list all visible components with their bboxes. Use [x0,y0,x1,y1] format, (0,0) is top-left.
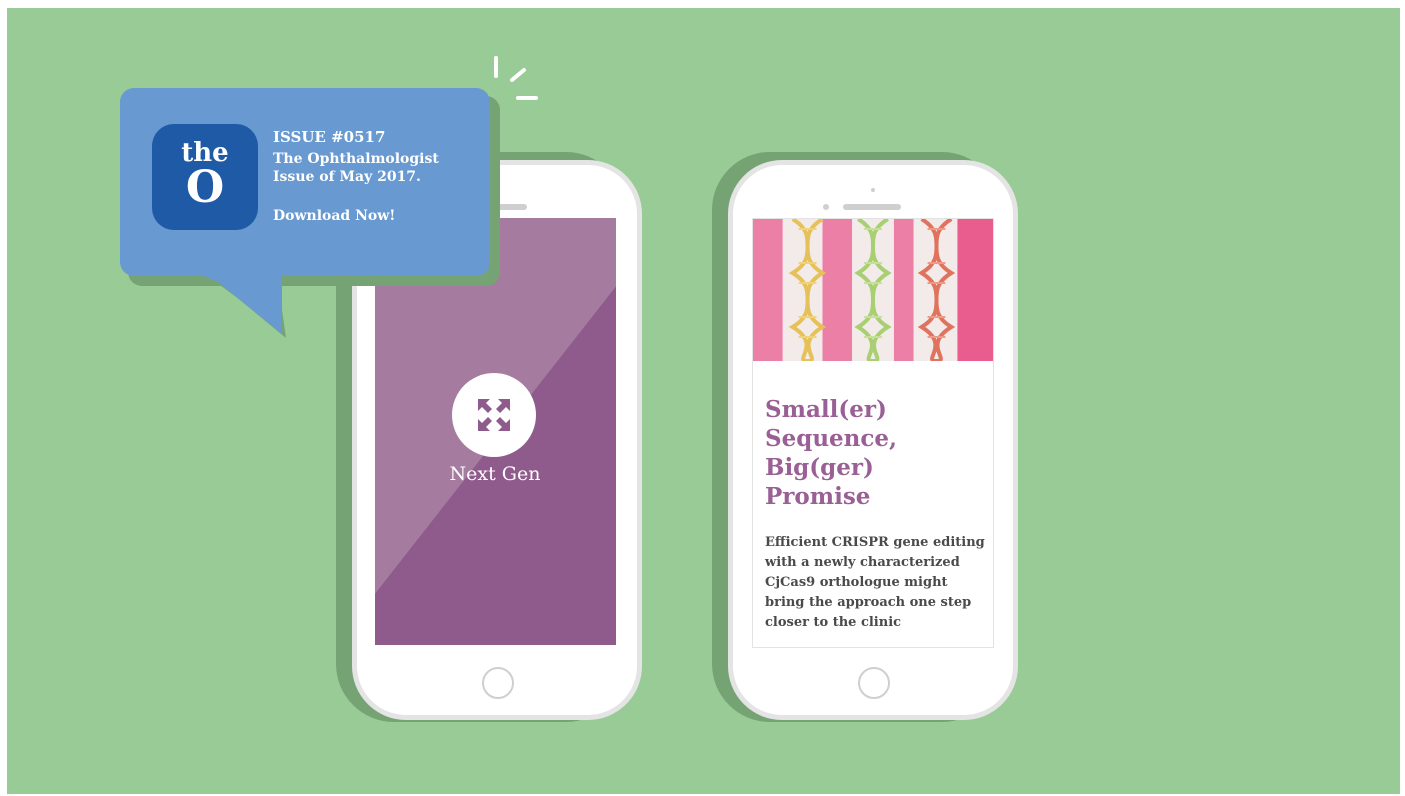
right-phone-camera [871,188,875,192]
article-summary: Efficient CRISPR gene editing with a new… [765,535,985,630]
right-phone-speaker [843,204,901,210]
dna-helix-illustration [753,219,993,361]
article-screen[interactable]: Small(er) Sequence, Big(ger) Promise Eff… [752,218,994,648]
download-now-link[interactable]: Download Now! [273,207,483,225]
next-gen-button[interactable] [452,373,536,457]
next-gen-label: Next Gen [449,463,541,485]
issue-title-line2: Issue of May 2017. [273,169,421,185]
notification-text: ISSUE #0517 The Ophthalmologist Issue of… [273,128,483,225]
left-phone-home-button[interactable] [482,667,514,699]
article-title: Small(er) Sequence, Big(ger) Promise [765,396,898,510]
right-phone-sensor [823,204,829,210]
right-phone-home-button[interactable] [858,667,890,699]
notification-spark-icon [494,56,538,100]
the-o-app-icon: the O [152,124,258,230]
expand-arrows-icon [478,399,510,431]
notification-tail [200,270,286,338]
app-icon-text-bottom: O [185,162,225,213]
issue-number: ISSUE #0517 [273,128,386,146]
issue-title-line1: The Ophthalmologist [273,151,439,167]
